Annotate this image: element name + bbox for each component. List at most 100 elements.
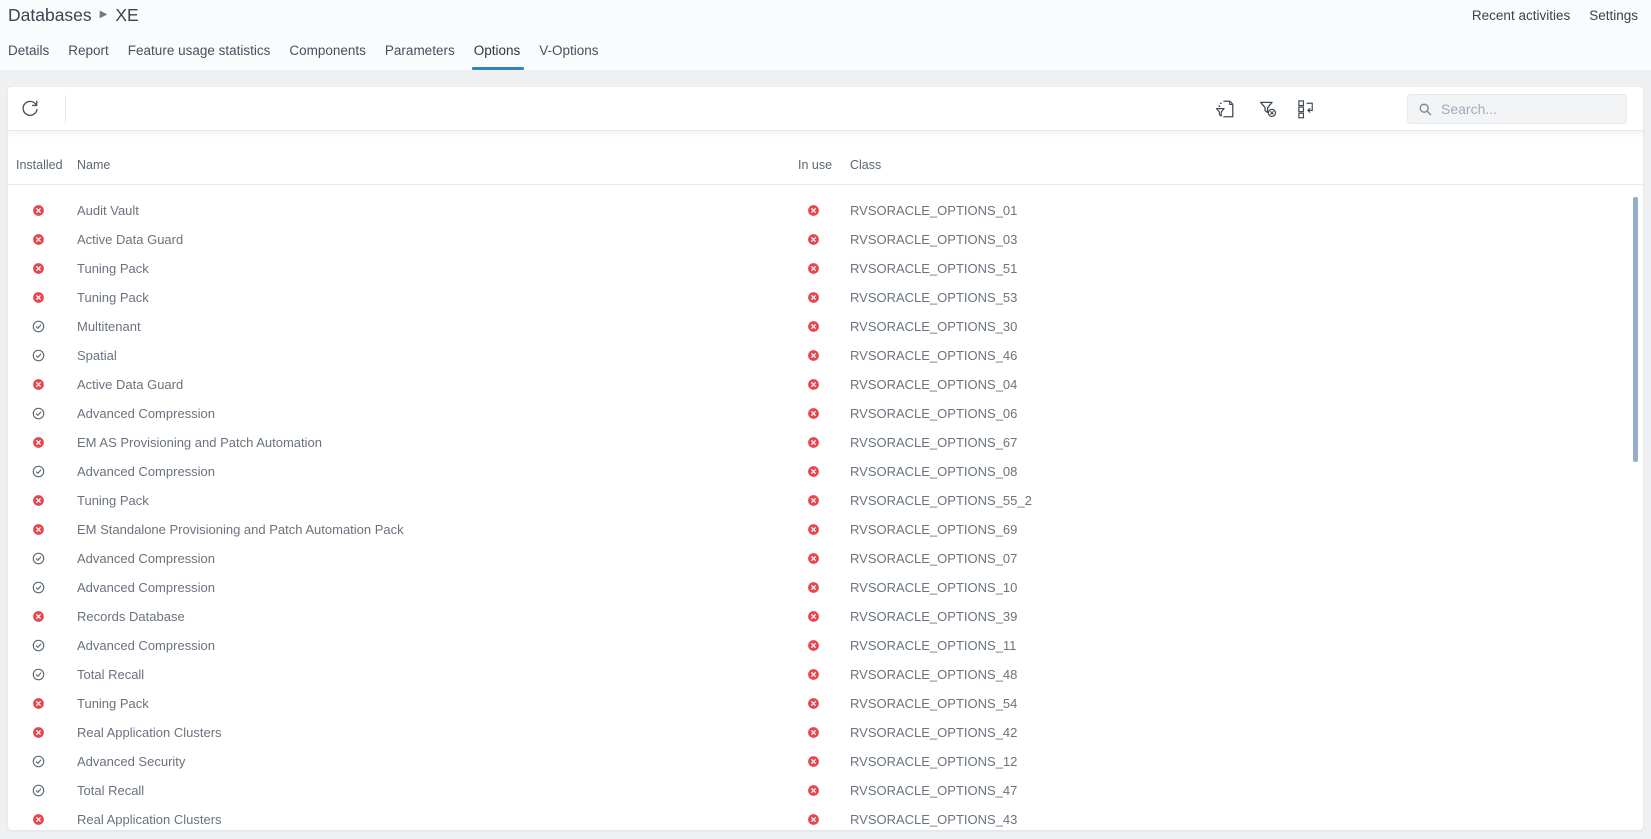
table-row[interactable]: Real Application ClustersRVSORACLE_OPTIO…: [8, 805, 1643, 830]
in-use-cell: [798, 753, 850, 770]
in-use-cell: [798, 579, 850, 596]
in-use-cell: [798, 231, 850, 248]
tab-options[interactable]: Options: [474, 38, 521, 70]
header-band: Databases ▶ XE Recent activities Setting…: [0, 0, 1651, 70]
tab-components[interactable]: Components: [289, 38, 366, 70]
tab-v-options[interactable]: V-Options: [539, 38, 598, 70]
table-row[interactable]: Advanced CompressionRVSORACLE_OPTIONS_08: [8, 457, 1643, 486]
installed-cell: [16, 463, 77, 480]
option-name-cell: Advanced Compression: [77, 580, 798, 595]
filter-builder-button[interactable]: [1210, 94, 1240, 124]
settings-link[interactable]: Settings: [1589, 8, 1638, 23]
table-row[interactable]: Advanced CompressionRVSORACLE_OPTIONS_11: [8, 631, 1643, 660]
in-use-cell: [798, 260, 850, 277]
option-name-cell: Advanced Compression: [77, 551, 798, 566]
table-row[interactable]: Audit Vault RVSORACLE_OPTIONS_01: [8, 196, 1643, 225]
column-chooser-button[interactable]: [1291, 94, 1321, 124]
table-row[interactable]: Total Recall RVSORACLE_OPTIONS_48: [8, 660, 1643, 689]
x-circle-icon: [805, 724, 822, 741]
x-circle-icon: [805, 463, 822, 480]
in-use-cell: [798, 405, 850, 422]
table-row[interactable]: Advanced Compression RVSORACLE_OPTIONS_06: [8, 399, 1643, 428]
tab-details[interactable]: Details: [8, 38, 49, 70]
vertical-scrollbar-thumb[interactable]: [1633, 197, 1638, 462]
breadcrumb-root[interactable]: Databases: [8, 5, 92, 26]
search-icon: [1417, 101, 1434, 118]
option-class-cell: RVSORACLE_OPTIONS_10: [850, 580, 1643, 595]
table-row[interactable]: Tuning PackRVSORACLE_OPTIONS_55_2: [8, 486, 1643, 515]
in-use-cell: [798, 318, 850, 335]
installed-cell: [16, 376, 77, 393]
table-row[interactable]: Real Application Clusters RVSORACLE_OPTIO…: [8, 718, 1643, 747]
installed-cell: [16, 434, 77, 451]
x-circle-icon: [30, 492, 47, 509]
table-row[interactable]: Tuning PackRVSORACLE_OPTIONS_53: [8, 283, 1643, 312]
installed-cell: [16, 608, 77, 625]
option-class-cell: RVSORACLE_OPTIONS_42: [850, 725, 1643, 740]
x-circle-icon: [30, 434, 47, 451]
option-name-cell: Audit Vault: [77, 203, 798, 218]
table-row[interactable]: Active Data GuardRVSORACLE_OPTIONS_03: [8, 225, 1643, 254]
installed-cell: [16, 289, 77, 306]
option-name-cell: Active Data Guard: [77, 377, 798, 392]
option-name-cell: Records Database: [77, 609, 798, 624]
table-row[interactable]: Tuning PackRVSORACLE_OPTIONS_54: [8, 689, 1643, 718]
option-class-cell: RVSORACLE_OPTIONS_48: [850, 667, 1643, 682]
breadcrumb-separator-icon: ▶: [100, 9, 108, 20]
installed-cell: [16, 405, 77, 422]
x-circle-icon: [805, 405, 822, 422]
installed-cell: [16, 347, 77, 364]
refresh-button[interactable]: [15, 94, 45, 124]
tab-bar: Details Report Feature usage statistics Com…: [8, 38, 618, 70]
table-row[interactable]: Tuning PackRVSORACLE_OPTIONS_51: [8, 254, 1643, 283]
column-header-installed[interactable]: Installed: [16, 158, 77, 172]
table-row[interactable]: EM AS Provisioning and Patch AutomationR…: [8, 428, 1643, 457]
tab-feature-usage-statistics[interactable]: Feature usage statistics: [128, 38, 271, 70]
option-class-cell: RVSORACLE_OPTIONS_07: [850, 551, 1643, 566]
x-circle-icon: [805, 202, 822, 219]
installed-cell: [16, 231, 77, 248]
table-row[interactable]: Records DatabaseRVSORACLE_OPTIONS_39: [8, 602, 1643, 631]
table-row[interactable]: Spatial RVSORACLE_OPTIONS_46: [8, 341, 1643, 370]
option-name-cell: Advanced Compression: [77, 406, 798, 421]
table-row[interactable]: Advanced Compression RVSORACLE_OPTIONS_07: [8, 544, 1643, 573]
x-circle-icon: [805, 318, 822, 335]
option-class-cell: RVSORACLE_OPTIONS_01: [850, 203, 1643, 218]
option-name-cell: Real Application Clusters: [77, 725, 798, 740]
check-circle-icon: [30, 405, 47, 422]
recent-activities-link[interactable]: Recent activities: [1472, 8, 1570, 23]
x-circle-icon: [805, 637, 822, 654]
toolbar-divider: [65, 95, 66, 123]
in-use-cell: [798, 695, 850, 712]
option-class-cell: RVSORACLE_OPTIONS_69: [850, 522, 1643, 537]
option-name-cell: Active Data Guard: [77, 232, 798, 247]
installed-cell: [16, 724, 77, 741]
table-row[interactable]: Advanced SecurityRVSORACLE_OPTIONS_12: [8, 747, 1643, 776]
header-links: Recent activities Settings: [1472, 0, 1638, 30]
tab-report[interactable]: Report: [68, 38, 109, 70]
option-name-cell: Total Recall: [77, 667, 798, 682]
tab-parameters[interactable]: Parameters: [385, 38, 455, 70]
option-name-cell: Total Recall: [77, 783, 798, 798]
option-class-cell: RVSORACLE_OPTIONS_46: [850, 348, 1643, 363]
option-class-cell: RVSORACLE_OPTIONS_06: [850, 406, 1643, 421]
x-circle-icon: [30, 289, 47, 306]
x-circle-icon: [805, 492, 822, 509]
clear-filter-button[interactable]: [1253, 94, 1283, 124]
in-use-cell: [798, 550, 850, 567]
table-row[interactable]: Total RecallRVSORACLE_OPTIONS_47: [8, 776, 1643, 805]
check-circle-icon: [30, 666, 47, 683]
table-row[interactable]: Active Data Guard RVSORACLE_OPTIONS_04: [8, 370, 1643, 399]
column-header-name[interactable]: Name: [77, 158, 798, 172]
column-header-class[interactable]: Class: [850, 158, 1643, 172]
table-row[interactable]: EM Standalone Provisioning and Patch Aut…: [8, 515, 1643, 544]
column-chooser-icon: [1295, 98, 1317, 120]
option-class-cell: RVSORACLE_OPTIONS_55_2: [850, 493, 1643, 508]
option-class-cell: RVSORACLE_OPTIONS_04: [850, 377, 1643, 392]
table-row[interactable]: MultitenantRVSORACLE_OPTIONS_30: [8, 312, 1643, 341]
column-header-in-use[interactable]: In use: [798, 158, 850, 172]
search-input[interactable]: [1441, 96, 1621, 122]
option-name-cell: Spatial: [77, 348, 798, 363]
table-row[interactable]: Advanced Compression RVSORACLE_OPTIONS_10: [8, 573, 1643, 602]
x-circle-icon: [805, 550, 822, 567]
